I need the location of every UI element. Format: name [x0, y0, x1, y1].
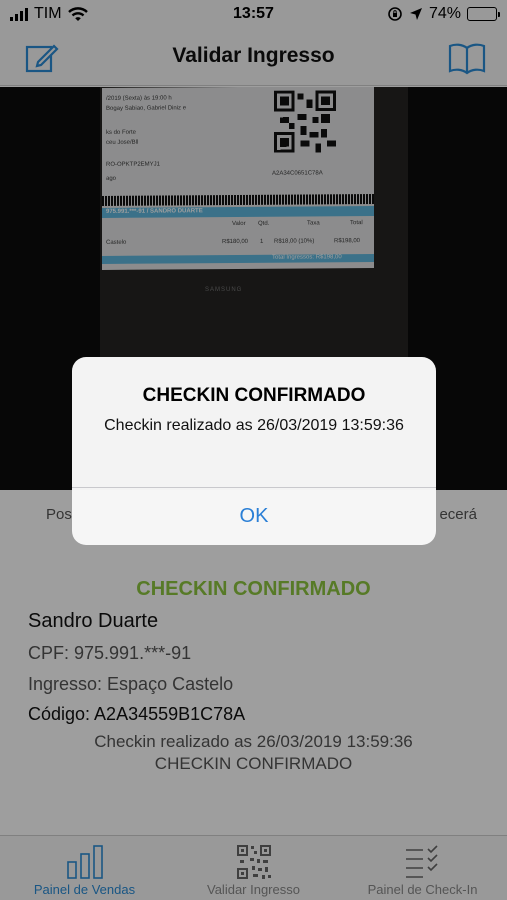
battery-icon — [467, 7, 500, 21]
attendee-name: Sandro Duarte — [28, 610, 159, 632]
checkin-status-title: CHECKIN CONFIRMADO — [136, 578, 371, 600]
ticket-line: ks do Forte — [106, 129, 137, 136]
status-right: 74% — [387, 5, 500, 23]
ticket-total-band: Total Ingressos: R$198,00 — [102, 254, 374, 264]
hint-text-left: Pos — [46, 506, 72, 523]
alert-ok-button[interactable]: OK — [72, 488, 436, 545]
ticket-code: A2A34C0651C78A — [272, 170, 323, 177]
checkin-log-status: CHECKIN CONFIRMADO — [154, 754, 353, 773]
ticket-type: Ingresso: Espaço Castelo — [28, 674, 234, 694]
tab-bar: Painel de Vendas Validar Ingresso Painel… — [0, 835, 507, 900]
rotation-lock-icon — [388, 7, 402, 21]
checkin-log-line: Checkin realizado as 26/03/2019 13:59:36 — [94, 732, 413, 751]
alert-message: Checkin realizado as 26/03/2019 13:59:36 — [104, 417, 404, 434]
ticket-total: Total Ingressos: R$198,00 — [272, 254, 342, 261]
ticket-cell: R$180,00 — [222, 238, 249, 246]
ticket-cell: R$198,00 — [334, 238, 361, 245]
checklist-icon — [405, 845, 438, 878]
ticket-col: Taxa — [307, 220, 320, 227]
ticket-cell: R$18,00 (10%) — [274, 238, 315, 245]
qr-code-icon — [236, 845, 271, 879]
attendee-cpf: CPF: 975.991.***-91 — [28, 643, 192, 663]
book-icon[interactable] — [447, 40, 487, 76]
ticket-barcode — [102, 194, 374, 206]
tab-label: Painel de Vendas — [33, 882, 136, 897]
tab-validar-ingresso[interactable]: Validar Ingresso — [169, 844, 338, 897]
ticket-qr-code — [274, 90, 336, 153]
page-title: Validar Ingresso — [172, 44, 335, 67]
monitor-brand: SAMSUNG — [205, 287, 243, 293]
ticket-cell: 1 — [260, 238, 264, 245]
ticket-col: Valor — [232, 220, 246, 228]
ticket-line: ceu Jose/Bll — [106, 139, 139, 146]
tab-painel-de-vendas[interactable]: Painel de Vendas — [0, 844, 169, 897]
alert-title: CHECKIN CONFIRMADO — [142, 385, 366, 406]
ticket-col: Qtd. — [258, 220, 270, 227]
battery-percent: 74% — [428, 5, 461, 22]
ticket-col: Total — [350, 220, 363, 227]
bar-chart-icon — [66, 845, 103, 879]
ticket-line: RO-OPKTP2EMYJ1 — [106, 161, 161, 168]
ticket-item: Castelo — [106, 239, 127, 246]
tab-label: Painel de Check-In — [367, 882, 478, 897]
ticket-holder: 975.991.***-91 / SANDRO DUARTE — [106, 208, 203, 215]
tab-label: Validar Ingresso — [207, 882, 300, 897]
checkin-alert-dialog: CHECKIN CONFIRMADO Checkin realizado as … — [72, 357, 436, 545]
hint-text-right: ecerá — [439, 506, 477, 523]
ticket-code-label: Código: A2A34559B1C78A — [28, 704, 246, 724]
ticket-line: /2019 (Sexta) às 19:00 h — [106, 95, 172, 102]
status-bar: TIM 13:57 74% — [0, 0, 507, 30]
ticket-line: Bogay Sabiao, Gabriel Diniz e — [106, 105, 187, 112]
ticket-holder-band: 975.991.***-91 / SANDRO DUARTE — [102, 206, 374, 218]
location-icon — [409, 8, 422, 20]
ticket-line: ago — [106, 175, 117, 182]
navigation-bar: Validar Ingresso — [0, 30, 507, 86]
tab-painel-de-check-in[interactable]: Painel de Check-In — [338, 844, 507, 897]
camera-ticket-image: /2019 (Sexta) às 19:00 h Bogay Sabiao, G… — [102, 87, 374, 270]
